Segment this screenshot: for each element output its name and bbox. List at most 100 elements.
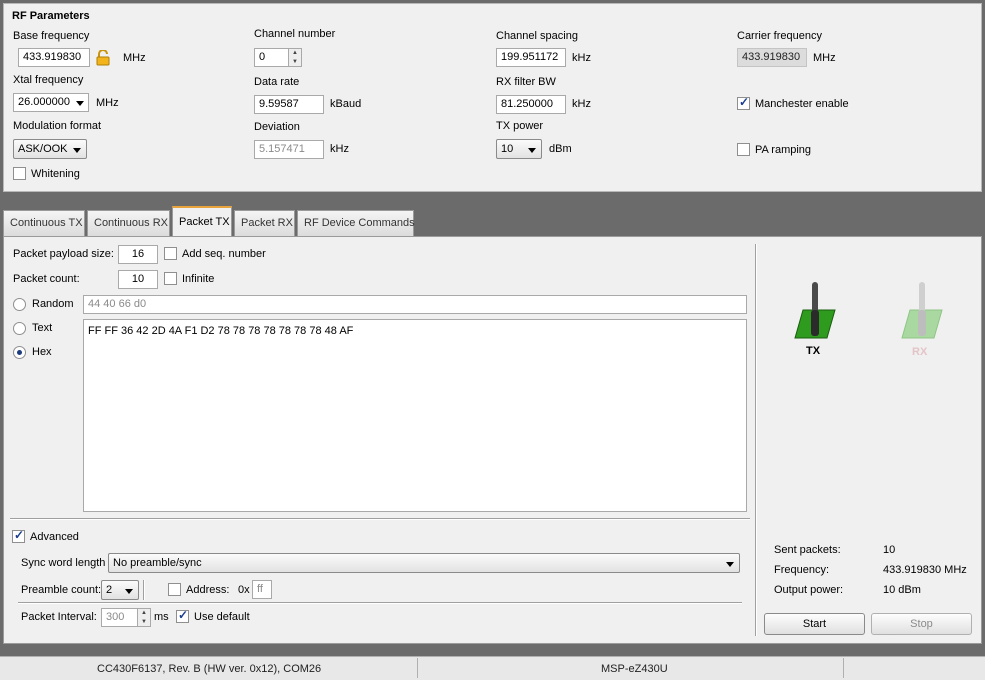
- preamble-count-value: 2: [106, 584, 113, 596]
- pa-ramping-label: PA ramping: [755, 144, 812, 156]
- deviation-input[interactable]: 5.157471: [254, 140, 324, 159]
- address-checkbox[interactable]: [168, 583, 181, 596]
- random-radio[interactable]: [13, 298, 26, 311]
- advanced-checkbox[interactable]: [12, 528, 25, 543]
- pa-ramping-checkbox[interactable]: [737, 143, 750, 156]
- xtal-frequency-value: 26.000000: [18, 96, 70, 108]
- tx-label: TX: [806, 345, 821, 357]
- status-board: MSP-eZ430U: [601, 663, 668, 675]
- base-frequency-label: Base frequency: [13, 30, 90, 42]
- tx-power-select[interactable]: 10: [496, 139, 542, 159]
- output-power-label: Output power:: [774, 584, 844, 596]
- packet-interval-spin-buttons[interactable]: ▲ ▼: [137, 609, 150, 626]
- tx-power-value: 10: [501, 143, 514, 155]
- chevron-down-icon: [726, 562, 734, 567]
- interval-divider: [18, 602, 742, 604]
- hex-payload-value: FF FF 36 42 2D 4A F1 D2 78 78 78 78 78 7…: [88, 325, 354, 337]
- tx-power-label: TX power: [496, 120, 544, 132]
- modulation-format-value: ASK/OOK: [18, 143, 68, 155]
- rx-label: RX: [912, 346, 928, 358]
- tab-continuous-rx[interactable]: Continuous RX: [87, 210, 170, 236]
- add-seq-number-checkbox[interactable]: [164, 247, 177, 260]
- modulation-format-label: Modulation format: [13, 120, 102, 132]
- packet-interval-label: Packet Interval:: [21, 611, 97, 623]
- preamble-count-label: Preamble count:: [21, 584, 102, 596]
- address-input[interactable]: ff: [252, 580, 272, 599]
- base-frequency-unit: MHz: [123, 52, 146, 64]
- tab-continuous-tx[interactable]: Continuous TX: [3, 210, 85, 236]
- carrier-frequency-unit: MHz: [813, 52, 836, 64]
- start-button[interactable]: Start: [764, 613, 865, 635]
- rx-filter-label: RX filter BW: [496, 76, 556, 88]
- add-seq-number-label: Add seq. number: [182, 248, 266, 260]
- manchester-checkbox[interactable]: [737, 95, 750, 110]
- frequency-value: 433.919830 MHz: [883, 564, 967, 576]
- channel-spacing-input[interactable]: 199.951172: [496, 48, 566, 67]
- advanced-label: Advanced: [30, 531, 79, 543]
- status-separator: [417, 658, 418, 678]
- rx-filter-unit: kHz: [572, 98, 591, 110]
- channel-number-label: Channel number: [254, 28, 336, 40]
- channel-spacing-label: Channel spacing: [496, 30, 578, 42]
- infinite-checkbox[interactable]: [164, 272, 177, 285]
- packet-count-input[interactable]: 10: [118, 270, 158, 289]
- data-rate-input[interactable]: 9.59587: [254, 95, 324, 114]
- tab-rf-device-commands[interactable]: RF Device Commands: [297, 210, 415, 236]
- preamble-count-select[interactable]: 2: [101, 580, 139, 600]
- data-rate-label: Data rate: [254, 76, 300, 88]
- tab-packet-tx[interactable]: Packet TX: [172, 206, 232, 236]
- modulation-format-select[interactable]: ASK/OOK: [13, 139, 87, 159]
- use-default-label: Use default: [194, 611, 250, 623]
- whitening-label: Whitening: [31, 168, 80, 180]
- sync-word-length-label: Sync word length: [21, 557, 106, 569]
- hex-payload-textarea[interactable]: FF FF 36 42 2D 4A F1 D2 78 78 78 78 78 7…: [83, 319, 747, 512]
- data-rate-unit: kBaud: [330, 98, 362, 110]
- address-prefix: 0x: [238, 584, 250, 596]
- payload-size-label: Packet payload size:: [13, 248, 114, 260]
- xtal-frequency-unit: MHz: [96, 97, 119, 109]
- output-power-value: 10 dBm: [883, 584, 921, 596]
- frequency-label: Frequency:: [774, 564, 830, 576]
- use-default-checkbox[interactable]: [176, 608, 189, 623]
- deviation-unit: kHz: [330, 143, 349, 155]
- sync-word-length-value: No preamble/sync: [113, 557, 202, 569]
- channel-number-value: 0: [259, 51, 266, 63]
- random-label: Random: [32, 298, 74, 310]
- separator: [143, 580, 145, 600]
- panel-divider: [755, 244, 757, 636]
- address-label: Address:: [186, 584, 230, 596]
- rx-antenna-icon[interactable]: [898, 280, 946, 342]
- sync-word-length-select[interactable]: No preamble/sync: [108, 553, 740, 573]
- status-separator: [843, 658, 844, 678]
- carrier-frequency-value: 433.919830: [737, 48, 807, 67]
- random-payload-field[interactable]: 44 40 66 d0: [83, 295, 747, 314]
- infinite-label: Infinite: [182, 273, 215, 285]
- channel-number-spin-buttons[interactable]: ▲ ▼: [288, 49, 301, 66]
- stop-button[interactable]: Stop: [871, 613, 972, 635]
- status-device: CC430F6137, Rev. B (HW ver. 0x12), COM26: [97, 663, 322, 675]
- deviation-label: Deviation: [254, 121, 300, 133]
- base-frequency-input[interactable]: 433.919830: [18, 48, 90, 67]
- payload-size-input[interactable]: 16: [118, 245, 158, 264]
- lock-icon[interactable]: [96, 49, 110, 66]
- rx-filter-input[interactable]: 81.250000: [496, 95, 566, 114]
- rf-parameters-title: RF Parameters: [12, 10, 90, 22]
- tab-packet-rx[interactable]: Packet RX: [234, 210, 295, 236]
- sent-packets-value: 10: [883, 544, 896, 556]
- xtal-frequency-select[interactable]: 26.000000: [13, 93, 89, 112]
- text-radio[interactable]: [13, 322, 26, 335]
- chevron-down-icon: [528, 148, 536, 153]
- tx-power-unit: dBm: [549, 143, 572, 155]
- xtal-frequency-label: Xtal frequency: [13, 74, 84, 86]
- packet-interval-unit: ms: [154, 611, 169, 623]
- sent-packets-label: Sent packets:: [774, 544, 841, 556]
- packet-interval-value: 300: [106, 611, 125, 623]
- carrier-frequency-label: Carrier frequency: [737, 30, 822, 42]
- whitening-checkbox[interactable]: [13, 167, 26, 180]
- hex-label: Hex: [32, 346, 52, 358]
- tx-antenna-icon[interactable]: [791, 280, 839, 342]
- chevron-down-icon: [73, 148, 81, 153]
- packet-count-label: Packet count:: [13, 273, 80, 285]
- text-label: Text: [32, 322, 53, 334]
- hex-radio[interactable]: [13, 346, 26, 359]
